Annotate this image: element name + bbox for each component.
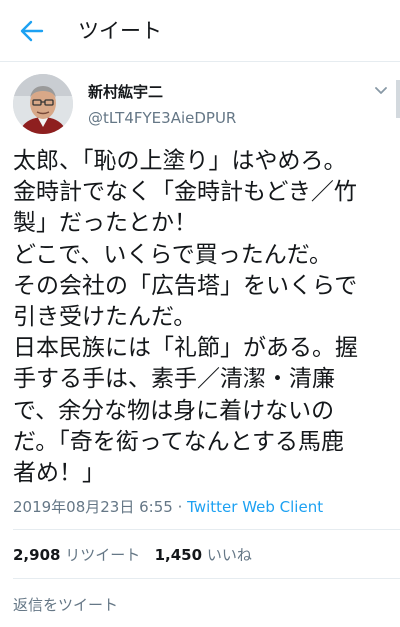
- user-handle[interactable]: @tLT4FYE3AieDPUR: [88, 109, 236, 127]
- top-bar: ツイート: [0, 0, 400, 62]
- tweet-line: その会社の「広告塔」をいくらで: [13, 272, 358, 299]
- page-title: ツイート: [78, 19, 162, 43]
- client-link[interactable]: Twitter Web Client: [187, 498, 323, 516]
- tweet-stats: 2,908 リツイート 1,450 いいね: [13, 544, 252, 565]
- retweets-label: リツイート: [65, 546, 141, 564]
- tweet-line: 引き受けたんだ。: [13, 304, 197, 331]
- likes-label: いいね: [206, 546, 252, 564]
- divider: [13, 578, 400, 579]
- tweet-line: どこで、いくらで買ったんだ。: [13, 241, 333, 268]
- tweet-line: 日本民族には「礼節」がある。握: [13, 335, 358, 362]
- tweet-line: で、余分な物は身に着けないの: [13, 397, 335, 424]
- tweet-line: 者め！」: [13, 460, 105, 487]
- tweet-line: 製」だったとか！: [13, 210, 197, 237]
- tweet-timestamp[interactable]: 2019年08月23日 6:55: [13, 498, 173, 516]
- tweet-line: だ。「奇を衒ってなんとする馬鹿: [13, 428, 344, 455]
- scrollbar[interactable]: [396, 80, 400, 118]
- tweet-line: 太郎、「恥の上塗り」はやめろ。: [13, 148, 347, 174]
- retweets-count: 2,908: [13, 546, 61, 564]
- chevron-down-icon[interactable]: [374, 86, 388, 96]
- divider: [13, 529, 400, 530]
- arrow-left-icon[interactable]: [20, 20, 44, 42]
- avatar[interactable]: [13, 74, 73, 134]
- likes-stat[interactable]: 1,450 いいね: [155, 546, 252, 564]
- display-name[interactable]: 新村紘宇二: [88, 81, 163, 102]
- retweets-stat[interactable]: 2,908 リツイート: [13, 546, 145, 564]
- tweet-line: 金時計でなく「金時計もどき／竹: [13, 179, 357, 206]
- tweet-line: 手する手は、素手／清潔・清廉: [13, 366, 335, 393]
- meta-separator: ·: [177, 498, 183, 516]
- reply-input[interactable]: 返信をツイート: [13, 594, 118, 615]
- tweet-meta: 2019年08月23日 6:55 · Twitter Web Client: [13, 496, 323, 517]
- likes-count: 1,450: [154, 546, 203, 564]
- tweet-text: 太郎、「恥の上塗り」はやめろ。 金時計でなく「金時計もどき／竹 製」だったとか！…: [13, 146, 393, 489]
